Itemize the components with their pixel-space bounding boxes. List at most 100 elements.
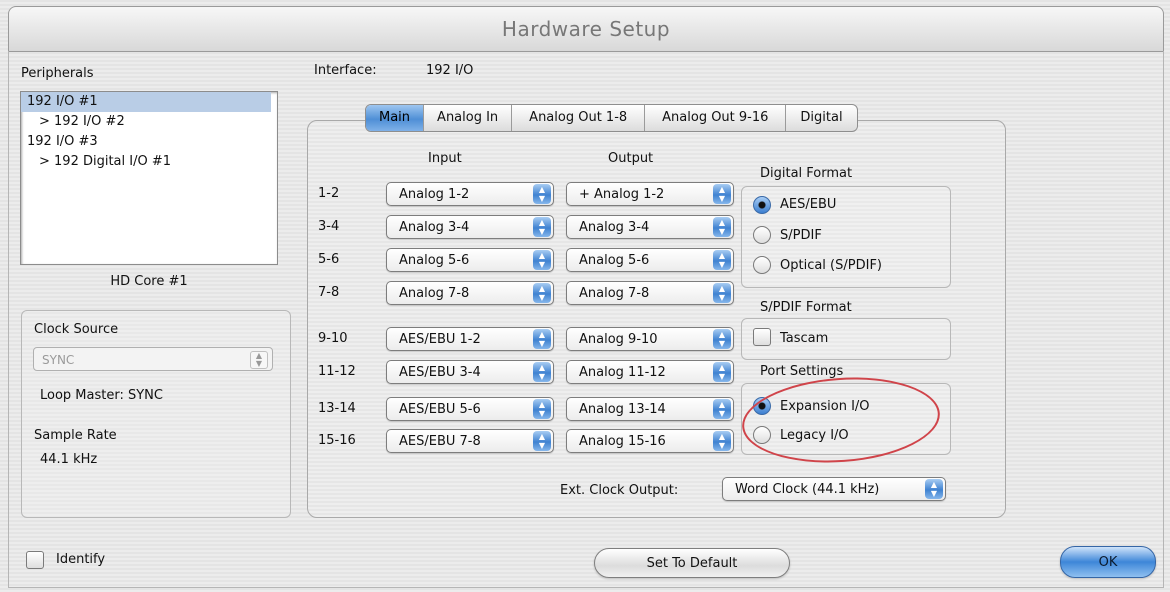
tascam-label: Tascam <box>780 331 829 346</box>
radio-aes-ebu[interactable] <box>753 196 771 214</box>
output-popup[interactable]: Analog 5-6 ▲ ▼ <box>566 248 734 272</box>
chevron-updown-icon: ▲ ▼ <box>533 250 551 270</box>
chevron-updown-icon: ▲ ▼ <box>925 479 943 499</box>
core-label: HD Core #1 <box>110 274 188 289</box>
spdif-format-group <box>741 318 951 360</box>
chevron-updown-icon: ▲ ▼ <box>713 431 731 451</box>
chevron-updown-icon: ▲ ▼ <box>533 329 551 349</box>
output-value: Analog 13-14 <box>579 402 666 417</box>
clock-source-popup[interactable]: SYNC ▲ ▼ <box>33 347 273 371</box>
peripheral-item[interactable]: > 192 Digital I/O #1 <box>21 152 271 172</box>
channel-label: 5-6 <box>318 252 340 267</box>
output-popup[interactable]: Analog 13-14 ▲ ▼ <box>566 397 734 421</box>
output-popup[interactable]: + Analog 1-2 ▲ ▼ <box>566 182 734 206</box>
peripherals-label: Peripherals <box>21 66 94 81</box>
input-value: Analog 5-6 <box>399 253 470 268</box>
port-settings-label: Port Settings <box>760 364 844 379</box>
chevron-updown-icon: ▲ ▼ <box>533 217 551 237</box>
channel-label: 11-12 <box>318 364 356 379</box>
ok-button[interactable]: OK <box>1060 546 1156 578</box>
chevron-updown-icon: ▲ ▼ <box>713 329 731 349</box>
output-popup[interactable]: Analog 15-16 ▲ ▼ <box>566 429 734 453</box>
tab-digital[interactable]: Digital <box>786 105 856 131</box>
output-popup[interactable]: Analog 7-8 ▲ ▼ <box>566 281 734 305</box>
output-popup[interactable]: Analog 9-10 ▲ ▼ <box>566 327 734 351</box>
input-popup[interactable]: Analog 7-8 ▲ ▼ <box>386 281 554 305</box>
chevron-updown-icon: ▲ ▼ <box>250 351 268 369</box>
identify-label: Identify <box>56 552 106 567</box>
loop-master-text: Loop Master: SYNC <box>40 388 163 403</box>
clock-source-label: Clock Source <box>34 322 119 337</box>
ext-clock-popup[interactable]: Word Clock (44.1 kHz) ▲ ▼ <box>722 477 946 501</box>
output-value: Analog 15-16 <box>579 434 666 449</box>
input-popup[interactable]: AES/EBU 3-4 ▲ ▼ <box>386 360 554 384</box>
chevron-updown-icon: ▲ ▼ <box>713 217 731 237</box>
radio-optical-spdif[interactable] <box>753 256 771 274</box>
input-value: AES/EBU 5-6 <box>399 402 481 417</box>
input-popup[interactable]: AES/EBU 7-8 ▲ ▼ <box>386 429 554 453</box>
chevron-updown-icon: ▲ ▼ <box>713 362 731 382</box>
set-to-default-button[interactable]: Set To Default <box>594 548 790 578</box>
output-value: Analog 7-8 <box>579 286 650 301</box>
input-popup[interactable]: Analog 5-6 ▲ ▼ <box>386 248 554 272</box>
sample-rate-value: 44.1 kHz <box>40 452 98 467</box>
radio-label: Optical (S/PDIF) <box>780 258 882 273</box>
input-value: Analog 1-2 <box>399 187 470 202</box>
sample-rate-label: Sample Rate <box>34 428 117 443</box>
peripherals-list[interactable]: 192 I/O #1 > 192 I/O #2 192 I/O #3 > 192… <box>20 91 278 265</box>
chevron-updown-icon: ▲ ▼ <box>533 431 551 451</box>
hardware-setup-window: Hardware Setup Peripherals 192 I/O #1 > … <box>0 0 1170 592</box>
spdif-format-label: S/PDIF Format <box>760 300 852 315</box>
identify-checkbox[interactable] <box>26 551 44 569</box>
input-value: Analog 3-4 <box>399 220 470 235</box>
clock-source-value: SYNC <box>42 353 75 367</box>
input-value: Analog 7-8 <box>399 286 470 301</box>
radio-label: AES/EBU <box>780 197 837 212</box>
tab-analog-in[interactable]: Analog In <box>424 105 513 131</box>
digital-format-label: Digital Format <box>760 166 853 181</box>
output-header: Output <box>608 151 654 166</box>
tab-analog-out-1-8[interactable]: Analog Out 1-8 <box>512 105 646 131</box>
radio-label: S/PDIF <box>780 228 822 243</box>
chevron-updown-icon: ▲ ▼ <box>713 250 731 270</box>
ext-clock-label: Ext. Clock Output: <box>560 483 679 498</box>
chevron-updown-icon: ▲ ▼ <box>713 283 731 303</box>
tab-bar: Main Analog In Analog Out 1-8 Analog Out… <box>365 104 858 132</box>
input-header: Input <box>428 151 462 166</box>
input-value: AES/EBU 3-4 <box>399 365 481 380</box>
output-popup[interactable]: Analog 11-12 ▲ ▼ <box>566 360 734 384</box>
tab-analog-out-9-16[interactable]: Analog Out 9-16 <box>645 105 787 131</box>
peripheral-item[interactable]: 192 I/O #1 <box>21 92 271 112</box>
chevron-updown-icon: ▲ ▼ <box>533 283 551 303</box>
output-value: Analog 5-6 <box>579 253 650 268</box>
peripheral-item[interactable]: 192 I/O #3 <box>21 132 271 152</box>
ext-clock-value: Word Clock (44.1 kHz) <box>735 482 880 497</box>
output-popup[interactable]: Analog 3-4 ▲ ▼ <box>566 215 734 239</box>
output-value: Analog 11-12 <box>579 365 666 380</box>
chevron-updown-icon: ▲ ▼ <box>713 399 731 419</box>
output-value: + Analog 1-2 <box>579 187 665 202</box>
window-title: Hardware Setup <box>8 6 1164 52</box>
input-popup[interactable]: Analog 3-4 ▲ ▼ <box>386 215 554 239</box>
channel-label: 15-16 <box>318 433 356 448</box>
channel-label: 7-8 <box>318 285 340 300</box>
tascam-checkbox[interactable] <box>753 328 771 346</box>
input-value: AES/EBU 7-8 <box>399 434 481 449</box>
clock-group <box>21 310 291 518</box>
channel-label: 3-4 <box>318 219 340 234</box>
input-value: AES/EBU 1-2 <box>399 332 481 347</box>
input-popup[interactable]: Analog 1-2 ▲ ▼ <box>386 182 554 206</box>
chevron-updown-icon: ▲ ▼ <box>533 184 551 204</box>
chevron-updown-icon: ▲ ▼ <box>713 184 731 204</box>
chevron-updown-icon: ▲ ▼ <box>533 362 551 382</box>
input-popup[interactable]: AES/EBU 5-6 ▲ ▼ <box>386 397 554 421</box>
tab-main[interactable]: Main <box>366 105 425 131</box>
channel-label: 1-2 <box>318 186 340 201</box>
chevron-updown-icon: ▲ ▼ <box>533 399 551 419</box>
peripheral-item[interactable]: > 192 I/O #2 <box>21 112 271 132</box>
output-value: Analog 3-4 <box>579 220 650 235</box>
input-popup[interactable]: AES/EBU 1-2 ▲ ▼ <box>386 327 554 351</box>
interface-label: Interface: <box>314 63 377 78</box>
channel-label: 13-14 <box>318 401 356 416</box>
radio-spdif[interactable] <box>753 226 771 244</box>
